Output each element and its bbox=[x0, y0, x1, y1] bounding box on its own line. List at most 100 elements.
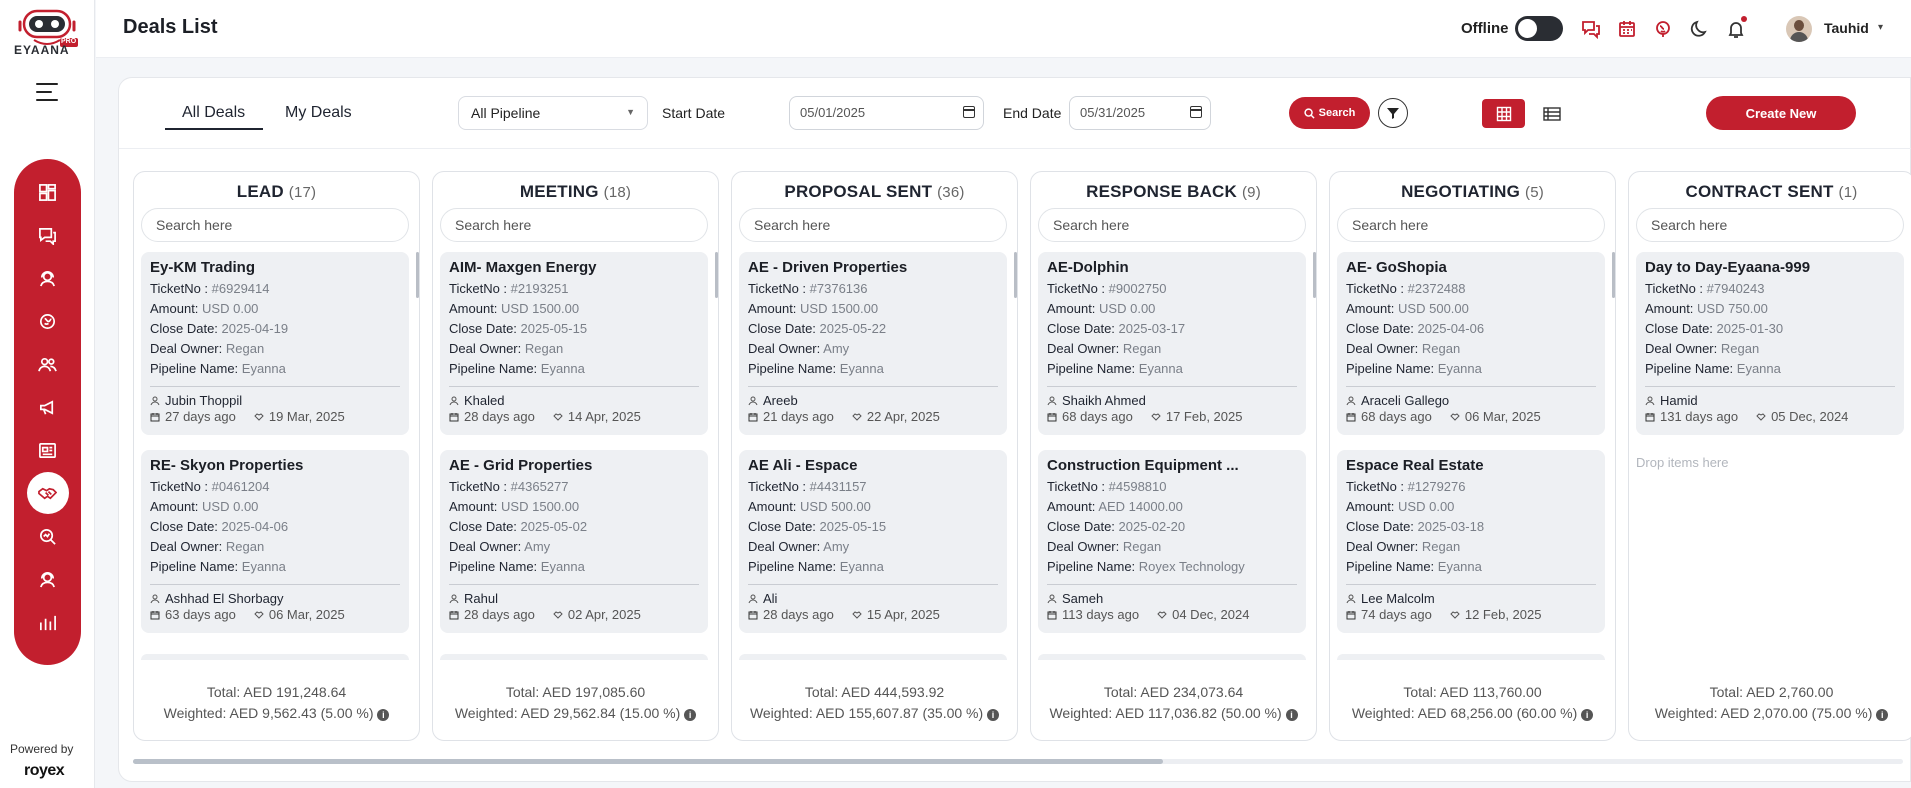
column-scrollbar[interactable] bbox=[1612, 252, 1615, 298]
ticket-row: TicketNo : #2193251 bbox=[449, 279, 699, 299]
ticket-row: TicketNo : #9002750 bbox=[1047, 279, 1297, 299]
user-name[interactable]: Tauhid bbox=[1824, 20, 1869, 36]
search-button[interactable]: Search bbox=[1289, 97, 1370, 129]
pipeline-select[interactable]: All Pipeline ▼ bbox=[458, 96, 648, 130]
hamburger-line bbox=[36, 91, 52, 93]
pipeline-row: Pipeline Name: Eyanna bbox=[1346, 359, 1596, 379]
contact-name: Sameh bbox=[1062, 591, 1104, 606]
amount-value: USD 750.00 bbox=[1697, 301, 1768, 316]
sidebar-item-campaigns[interactable] bbox=[27, 386, 69, 428]
toolbar-divider bbox=[119, 148, 1911, 149]
deal-card[interactable]: RE- Skyon Properties TicketNo : #0461204 A… bbox=[141, 450, 409, 633]
messages-icon[interactable] bbox=[1580, 18, 1602, 40]
start-date-input[interactable]: 05/01/2025 bbox=[789, 96, 984, 130]
ticket-label: TicketNo : bbox=[150, 479, 209, 494]
sidebar-item-dashboard[interactable] bbox=[27, 171, 69, 213]
info-icon[interactable]: i bbox=[987, 709, 1000, 721]
sidebar-item-stats[interactable] bbox=[27, 601, 69, 643]
create-new-button[interactable]: Create New bbox=[1706, 96, 1856, 130]
ticket-value: #4365277 bbox=[510, 479, 569, 494]
sidebar-item-deals[interactable] bbox=[26, 472, 69, 514]
pipeline-row: Pipeline Name: Eyanna bbox=[150, 359, 400, 379]
column-totals: Total: AED 197,085.60 Weighted: AED 29,56… bbox=[433, 682, 718, 724]
table-view-button[interactable] bbox=[1537, 99, 1567, 128]
weighted-row: Weighted: AED 155,607.87 (35.00 %) i bbox=[732, 703, 1017, 724]
column-search-input[interactable]: Search here bbox=[1636, 208, 1904, 242]
calendar-icon[interactable] bbox=[1616, 18, 1638, 40]
horizontal-scrollbar[interactable] bbox=[133, 759, 1903, 764]
grid-view-button[interactable] bbox=[1482, 99, 1525, 128]
menu-toggle-button[interactable] bbox=[36, 83, 58, 101]
deal-card[interactable]: AE-Dolphin TicketNo : #9002750 Amount: USD… bbox=[1038, 252, 1306, 435]
info-icon[interactable]: i bbox=[1581, 709, 1594, 721]
total-amount: Total: AED 197,085.60 bbox=[505, 684, 646, 700]
chevron-down-icon[interactable]: ▾ bbox=[1878, 22, 1883, 33]
owner-value: Regan bbox=[1122, 341, 1162, 356]
column-scrollbar[interactable] bbox=[715, 252, 718, 298]
info-icon[interactable]: i bbox=[377, 709, 390, 721]
created-date: 04 Dec, 2024 bbox=[1172, 607, 1250, 622]
search-placeholder: Search here bbox=[1651, 217, 1728, 233]
deal-card[interactable]: AE - Grid Properties TicketNo : #4365277 A… bbox=[440, 450, 708, 633]
owner-value: Regan bbox=[225, 341, 265, 356]
deal-card[interactable]: Espace Real Estate TicketNo : #1279276 Amo… bbox=[1337, 450, 1605, 633]
deal-card[interactable]: AE - Driven Properties TicketNo : #737613… bbox=[739, 252, 1007, 435]
info-icon[interactable]: i bbox=[1285, 709, 1298, 721]
scrollbar-thumb[interactable] bbox=[133, 759, 1163, 764]
info-icon[interactable]: i bbox=[1876, 709, 1889, 721]
online-status-toggle[interactable] bbox=[1515, 16, 1563, 41]
sidebar-item-contacts[interactable] bbox=[27, 343, 69, 385]
sidebar-item-agents[interactable] bbox=[27, 558, 69, 600]
user-icon bbox=[1047, 396, 1057, 406]
deal-card[interactable]: AE- GoShopia TicketNo : #2372488 Amount: U… bbox=[1337, 252, 1605, 435]
info-icon[interactable]: i bbox=[684, 709, 697, 721]
column-scrollbar[interactable] bbox=[416, 252, 419, 298]
calendar-icon[interactable] bbox=[963, 106, 975, 118]
deal-card[interactable]: Construction Equipment ... TicketNo : #45… bbox=[1038, 450, 1306, 633]
sidebar-item-analytics[interactable] bbox=[27, 515, 69, 557]
timing-row: 63 days ago 06 Mar, 2025 bbox=[150, 607, 400, 623]
close-date-row: Close Date: 2025-05-02 bbox=[449, 517, 699, 537]
column-search-input[interactable]: Search here bbox=[1337, 208, 1605, 242]
column-totals: Total: AED 2,760.00 Weighted: AED 2,070.0… bbox=[1629, 682, 1911, 724]
tab-my-deals[interactable]: My Deals bbox=[285, 104, 352, 122]
deal-card[interactable]: AE Ali - Espace TicketNo : #4431157 Amount… bbox=[739, 450, 1007, 633]
avatar[interactable] bbox=[1786, 16, 1812, 42]
owner-row: Deal Owner: Regan bbox=[1047, 339, 1297, 359]
dark-mode-icon[interactable] bbox=[1689, 18, 1711, 40]
deal-card[interactable]: AIM- Maxgen Energy TicketNo : #2193251 Amo… bbox=[440, 252, 708, 435]
deal-title: AE - Driven Properties bbox=[748, 259, 908, 276]
amount-label: Amount: bbox=[1047, 301, 1096, 316]
amount-value: USD 0.00 bbox=[202, 499, 259, 514]
tab-all-deals[interactable]: All Deals bbox=[165, 104, 264, 130]
ai-brain-icon[interactable] bbox=[1652, 18, 1674, 40]
column-search-input[interactable]: Search here bbox=[1038, 208, 1306, 242]
pipeline-row: Pipeline Name: Eyanna bbox=[1346, 557, 1596, 577]
sidebar-item-reports[interactable] bbox=[27, 429, 69, 471]
deal-card[interactable]: Day to Day-Eyaana-999 TicketNo : #7940243… bbox=[1636, 252, 1904, 435]
amount-value: USD 1500.00 bbox=[501, 499, 580, 514]
column-title: LEAD (17) bbox=[134, 182, 419, 202]
pipeline-value: Eyanna bbox=[1437, 361, 1482, 376]
calendar-icon[interactable] bbox=[1190, 106, 1202, 118]
column-search-input[interactable]: Search here bbox=[739, 208, 1007, 242]
sidebar-item-ai[interactable] bbox=[27, 300, 69, 342]
close-date-label: Close Date: bbox=[1346, 519, 1414, 534]
deal-card[interactable]: Ey-KM Trading TicketNo : #6929414 Amount: … bbox=[141, 252, 409, 435]
close-date-value: 2025-03-18 bbox=[1417, 519, 1485, 534]
filter-button[interactable] bbox=[1378, 98, 1408, 128]
column-scrollbar[interactable] bbox=[1313, 252, 1316, 298]
close-date-row: Close Date: 2025-03-18 bbox=[1346, 517, 1596, 537]
pipeline-row: Pipeline Name: Eyanna bbox=[748, 359, 998, 379]
pipeline-value: Eyanna bbox=[241, 361, 286, 376]
owner-value: Amy bbox=[823, 341, 850, 356]
sidebar-item-chat[interactable] bbox=[27, 214, 69, 256]
notification-bell-icon[interactable] bbox=[1725, 16, 1747, 40]
amount-label: Amount: bbox=[150, 301, 199, 316]
column-search-input[interactable]: Search here bbox=[440, 208, 708, 242]
column-search-input[interactable]: Search here bbox=[141, 208, 409, 242]
sidebar-item-support[interactable] bbox=[27, 257, 69, 299]
end-date-input[interactable]: 05/31/2025 bbox=[1069, 96, 1211, 130]
column-title: PROPOSAL SENT (36) bbox=[732, 182, 1017, 202]
column-scrollbar[interactable] bbox=[1014, 252, 1017, 298]
